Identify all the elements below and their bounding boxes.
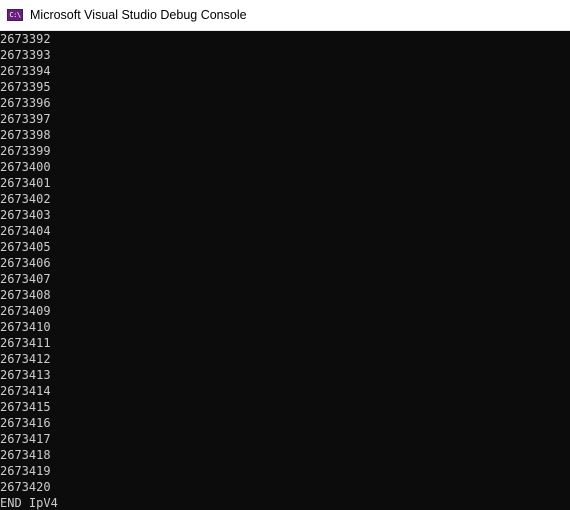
console-line: 2673413 [0,368,51,382]
console-line: 2673396 [0,96,51,110]
console-line: 2673410 [0,320,51,334]
console-line: 2673394 [0,64,51,78]
console-line: 2673420 [0,480,51,494]
console-line: 2673403 [0,208,51,222]
console-line: 2673414 [0,384,51,398]
console-line: 2673395 [0,80,51,94]
console-app-icon-glyph: C:\ [9,10,21,19]
console-line: 2673407 [0,272,51,286]
console-line: 2673404 [0,224,51,238]
console-line: 2673419 [0,464,51,478]
debug-console-window: C:\ Microsoft Visual Studio Debug Consol… [0,0,570,510]
console-line: 2673418 [0,448,51,462]
console-line: 2673417 [0,432,51,446]
console-app-icon: C:\ [7,9,23,21]
console-line: 2673399 [0,144,51,158]
console-line: 2673411 [0,336,51,350]
window-title: Microsoft Visual Studio Debug Console [30,8,247,22]
console-line: 2673392 [0,32,51,46]
console-line: 2673400 [0,160,51,174]
console-line: 2673393 [0,48,51,62]
console-line: 2673415 [0,400,51,414]
console-line: 2673409 [0,304,51,318]
console-line: 2673402 [0,192,51,206]
console-line: 2673397 [0,112,51,126]
console-output[interactable]: 2673392 2673393 2673394 2673395 2673396 26733… [0,31,570,510]
console-line: 2673401 [0,176,51,190]
console-line: 2673398 [0,128,51,142]
console-end-line: END IpV4 [0,496,58,510]
console-line: 2673412 [0,352,51,366]
title-bar[interactable]: C:\ Microsoft Visual Studio Debug Consol… [0,0,570,31]
console-line: 2673416 [0,416,51,430]
console-line: 2673405 [0,240,51,254]
console-line: 2673408 [0,288,51,302]
console-line: 2673406 [0,256,51,270]
